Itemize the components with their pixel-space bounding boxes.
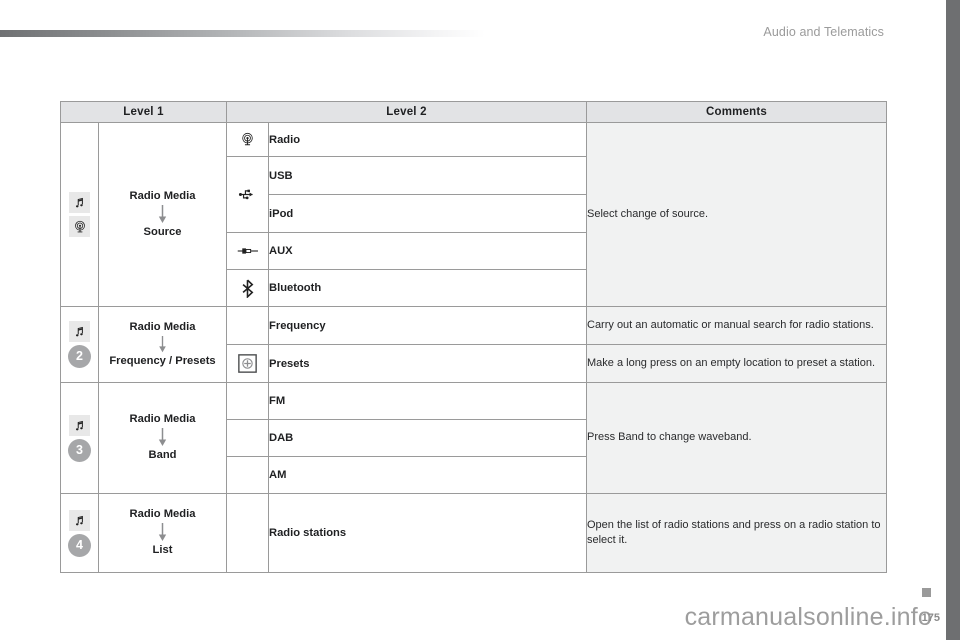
level2-icon-dab-empty <box>226 419 269 457</box>
page-header: Audio and Telematics <box>0 0 960 48</box>
music-note-icon <box>69 321 90 342</box>
level1-bottom-label: Source <box>143 225 182 238</box>
level2-label-bluetooth[interactable]: Bluetooth <box>268 269 587 307</box>
level2-label-frequency[interactable]: Frequency <box>268 306 587 345</box>
level2-label-presets[interactable]: Presets <box>268 344 587 383</box>
level2-label-radio-stations[interactable]: Radio stations <box>268 493 587 573</box>
down-arrow-icon <box>158 523 167 541</box>
step-number-badge: 3 <box>68 438 91 462</box>
footer-square-mark <box>922 588 931 597</box>
table-row: 4 Radio Media List Radio stations Open t… <box>60 493 887 573</box>
music-note-icon <box>69 192 90 213</box>
comment-cell-2b: Make a long press on an empty location t… <box>586 344 887 383</box>
down-arrow-icon <box>158 428 167 446</box>
level1-top-label: Radio Media <box>129 189 196 202</box>
aux-jack-icon <box>237 248 258 254</box>
comment-cell-2a: Carry out an automatic or manual search … <box>586 306 887 345</box>
column-header-level2: Level 2 <box>226 101 587 123</box>
right-edge-bar <box>946 0 960 640</box>
level2-label-am[interactable]: AM <box>268 456 587 494</box>
level2-label-ipod[interactable]: iPod <box>268 194 587 233</box>
section-title: Audio and Telematics <box>763 25 884 39</box>
down-arrow-icon <box>159 335 166 352</box>
level1-bottom-label: Frequency / Presets <box>109 354 216 367</box>
level1-bottom-label: List <box>152 544 173 556</box>
level2-icon-frequency-empty <box>226 306 269 345</box>
level1-path-cell-2: Radio Media Frequency / Presets <box>98 306 227 383</box>
group-badge-cell-4: 4 <box>60 493 99 573</box>
level1-top-label: Radio Media <box>129 320 196 333</box>
level2-label-dab[interactable]: DAB <box>268 419 587 457</box>
level2-icon-fm-empty <box>226 382 269 420</box>
bluetooth-icon <box>242 279 254 298</box>
radio-antenna-icon <box>69 216 90 237</box>
level2-label-aux[interactable]: AUX <box>268 232 587 270</box>
music-note-icon <box>69 414 90 436</box>
preset-add-icon <box>238 354 257 373</box>
level2-label-fm[interactable]: FM <box>268 382 587 420</box>
group-badge-cell-1 <box>60 122 99 307</box>
usb-icon <box>238 189 253 200</box>
level2-label-radio[interactable]: Radio <box>268 122 587 157</box>
header-gradient-rule <box>0 30 485 37</box>
level1-path-cell-1: Radio Media Source <box>98 122 227 307</box>
music-note-icon <box>69 509 90 531</box>
level2-label-usb[interactable]: USB <box>268 156 587 195</box>
level1-path-cell-3: Radio Media Band <box>98 382 227 494</box>
comment-cell-3: Press Band to change waveband. <box>586 382 887 494</box>
level2-icon-bluetooth <box>226 269 269 307</box>
level2-icon-radiostations-empty <box>226 493 269 573</box>
table-header-row: Level 1 Level 2 Comments <box>60 101 887 123</box>
table-row: Radio Media Source Radio Select change o… <box>60 122 887 307</box>
table-row: 3 Radio Media Band FM Press Band to chan… <box>60 382 887 494</box>
radio-antenna-icon <box>242 132 253 145</box>
level1-bottom-label: Band <box>148 449 177 461</box>
level1-top-label: Radio Media <box>129 413 196 426</box>
step-number-badge: 4 <box>68 533 91 557</box>
audio-menu-matrix: Level 1 Level 2 Comments Radio Media Sou… <box>60 101 887 573</box>
group-badge-cell-2: 2 <box>60 306 99 383</box>
step-number-badge: 2 <box>68 345 91 368</box>
level2-icon-presets <box>226 344 269 383</box>
group-badge-cell-3: 3 <box>60 382 99 494</box>
level1-top-label: Radio Media <box>129 508 196 521</box>
level2-icon-aux <box>226 232 269 270</box>
page-number: 175 <box>921 612 940 624</box>
comment-cell-1: Select change of source. <box>586 122 887 307</box>
comment-cell-4: Open the list of radio stations and pres… <box>586 493 887 573</box>
site-watermark: carmanualsonline.info <box>684 603 932 631</box>
level2-icon-usb <box>226 156 269 233</box>
level2-icon-am-empty <box>226 456 269 494</box>
column-header-comments: Comments <box>586 101 887 123</box>
column-header-level1: Level 1 <box>60 101 227 123</box>
level1-path-cell-4: Radio Media List <box>98 493 227 573</box>
table-row: 2 Radio Media Frequency / Presets Freque… <box>60 306 887 383</box>
level2-icon-radio <box>226 122 269 157</box>
down-arrow-icon <box>158 204 167 223</box>
